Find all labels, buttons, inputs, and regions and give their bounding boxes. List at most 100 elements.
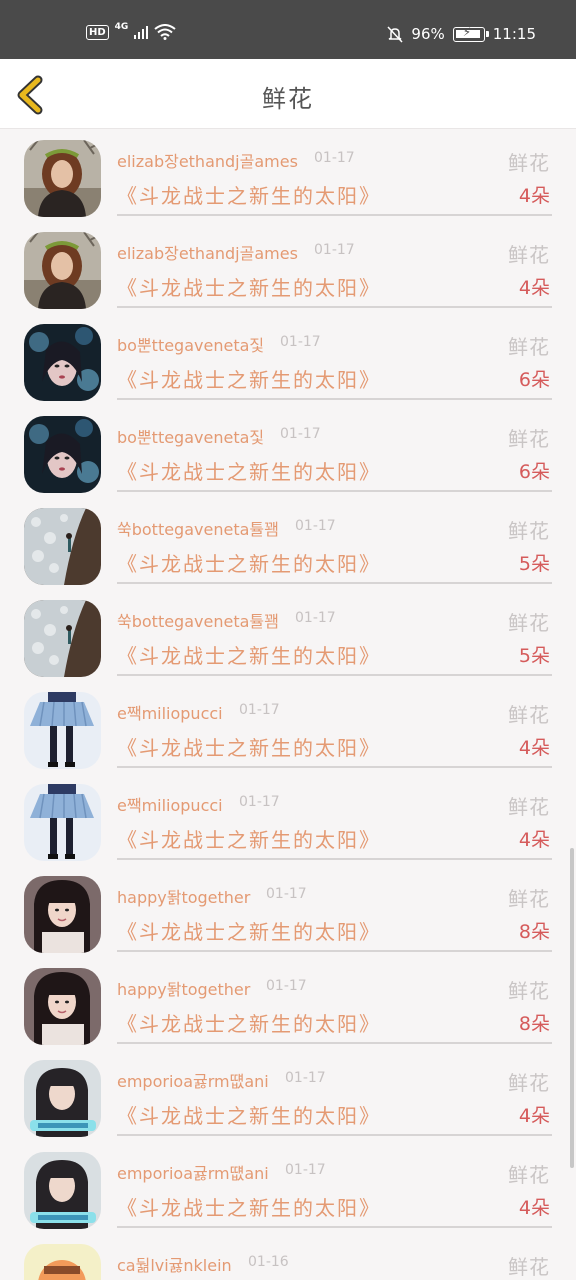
book-title[interactable]: 《斗龙战士之新生的太阳》 xyxy=(117,180,381,209)
date: 01-17 xyxy=(266,978,307,994)
list-item-content: emporioa귫rm떖ani 01-17 鲜花 《斗龙战士之新生的太阳》 4朵 xyxy=(117,1050,552,1136)
avatar[interactable] xyxy=(24,140,101,217)
list-item-content: 쑥bottegaveneta튤꽴 01-17 鲜花 《斗龙战士之新生的太阳》 5朵 xyxy=(117,498,552,584)
gift-type-label: 鲜花 xyxy=(508,519,550,543)
flower-count: 4朵 xyxy=(518,1197,550,1219)
date: 01-17 xyxy=(280,334,321,350)
list-item[interactable]: e짹miliopucci 01-17 鲜花 《斗龙战士之新生的太阳》 4朵 xyxy=(0,774,576,866)
gift-type-label: 鲜花 xyxy=(508,335,550,359)
avatar[interactable] xyxy=(24,692,101,769)
date: 01-17 xyxy=(239,702,280,718)
book-title[interactable]: 《斗龙战士之新生的太阳》 xyxy=(117,640,381,669)
flower-count: 8朵 xyxy=(518,1013,550,1035)
book-title[interactable]: 《斗龙战士之新生的太阳》 xyxy=(117,732,381,761)
flower-count: 6朵 xyxy=(518,461,550,483)
avatar[interactable] xyxy=(24,416,101,493)
gift-type-label: 鲜花 xyxy=(508,1071,550,1095)
date: 01-16 xyxy=(248,1254,289,1270)
avatar[interactable] xyxy=(24,1244,101,1280)
avatar[interactable] xyxy=(24,600,101,677)
avatar[interactable] xyxy=(24,232,101,309)
date: 01-17 xyxy=(266,886,307,902)
list-item-content: e짹miliopucci 01-17 鲜花 《斗龙战士之新生的太阳》 4朵 xyxy=(117,682,552,768)
book-title[interactable]: 《斗龙战士之新生的太阳》 xyxy=(117,1008,381,1037)
username[interactable]: 쑥bottegaveneta튤꽴 xyxy=(117,516,279,540)
book-title[interactable]: 《斗龙战士之新生的太阳》 xyxy=(117,824,381,853)
list-item[interactable]: happy돩together 01-17 鲜花《斗龙战士之新生的太阳》 8朵 xyxy=(0,866,576,958)
gift-type-label: 鲜花 xyxy=(508,887,550,911)
list-item[interactable]: elizab장ethandj골ames 01-17 鲜花《斗龙战士之新生的太阳》 4朵 xyxy=(0,130,576,222)
network-type: 4G xyxy=(114,22,129,32)
book-title[interactable]: 《斗龙战士之新生的太阳》 xyxy=(117,916,381,945)
gift-type-label: 鲜花 xyxy=(508,795,550,819)
status-bar: HD 4G 96% ⚡ 11:15 xyxy=(0,0,576,59)
book-title[interactable]: 《斗龙战士之新生的太阳》 xyxy=(117,548,381,577)
username[interactable]: emporioa귫rm떖ani xyxy=(117,1068,269,1092)
avatar[interactable] xyxy=(24,968,101,1045)
list-item-content: ca둶lvi귫nklein 01-16 鲜花 xyxy=(117,1234,552,1280)
avatar[interactable] xyxy=(24,508,101,585)
username[interactable]: e짹miliopucci xyxy=(117,700,223,724)
list-item[interactable]: elizab장ethandj골ames 01-17 鲜花 《斗龙战士之新生的太阳》 4朵 xyxy=(0,222,576,314)
list-item[interactable]: 쑥bottegaveneta튤꽴 01-17 鲜花《斗龙战士之新生的太阳》 5朵 xyxy=(0,590,576,682)
gift-type-label: 鲜花 xyxy=(508,611,550,635)
list-item[interactable]: 쑥bottegaveneta튤꽴 01-17 鲜花 《斗龙战士之新生的太阳》 5朵 xyxy=(0,498,576,590)
list-item-content: bo뿐ttegaveneta짗 01-17 鲜花《斗龙战士之新生的太阳》 6朵 xyxy=(117,406,552,492)
avatar[interactable] xyxy=(24,876,101,953)
gift-type-label: 鲜花 xyxy=(508,151,550,175)
list-item[interactable]: emporioa귫rm떖ani 01-17 鲜花 《斗龙战士之新生的太阳》 4朵 xyxy=(0,1142,576,1234)
username[interactable]: bo뿐ttegaveneta짗 xyxy=(117,332,264,356)
flower-count: 8朵 xyxy=(518,921,550,943)
scrollbar[interactable] xyxy=(570,848,574,1168)
username[interactable]: happy돩together xyxy=(117,976,250,1000)
avatar[interactable] xyxy=(24,784,101,861)
signal-icon xyxy=(134,26,149,39)
book-title[interactable]: 《斗龙战士之新生的太阳》 xyxy=(117,272,381,301)
book-title[interactable]: 《斗龙战士之新生的太阳》 xyxy=(117,1192,381,1221)
date: 01-17 xyxy=(295,518,336,534)
username[interactable]: emporioa귫rm떖ani xyxy=(117,1160,269,1184)
username[interactable]: 쑥bottegaveneta튤꽴 xyxy=(117,608,279,632)
list-item[interactable]: e짹miliopucci 01-17 鲜花 《斗龙战士之新生的太阳》 4朵 xyxy=(0,682,576,774)
username[interactable]: bo뿐ttegaveneta짗 xyxy=(117,424,264,448)
list-item-content: e짹miliopucci 01-17 鲜花 《斗龙战士之新生的太阳》 4朵 xyxy=(117,774,552,860)
username[interactable]: elizab장ethandj골ames xyxy=(117,240,298,264)
date: 01-17 xyxy=(295,610,336,626)
list-item-content: bo뿐ttegaveneta짗 01-17 鲜花《斗龙战士之新生的太阳》 6朵 xyxy=(117,314,552,400)
list-item[interactable]: happy돩together 01-17 鲜花《斗龙战士之新生的太阳》 8朵 xyxy=(0,958,576,1050)
battery-icon: ⚡ xyxy=(452,25,489,42)
status-right: 96% ⚡ 11:15 xyxy=(387,25,536,43)
list-item[interactable]: emporioa귫rm떖ani 01-17 鲜花 《斗龙战士之新生的太阳》 4朵 xyxy=(0,1050,576,1142)
list-item-content: emporioa귫rm떖ani 01-17 鲜花 《斗龙战士之新生的太阳》 4朵 xyxy=(117,1142,552,1228)
book-title[interactable]: 《斗龙战士之新生的太阳》 xyxy=(117,1100,381,1129)
gift-type-label: 鲜花 xyxy=(508,427,550,451)
list-item-content: happy돩together 01-17 鲜花《斗龙战士之新生的太阳》 8朵 xyxy=(117,958,552,1044)
list-item[interactable]: ca둶lvi귫nklein 01-16 鲜花 xyxy=(0,1234,576,1280)
flower-count: 5朵 xyxy=(518,645,550,667)
flower-count: 4朵 xyxy=(518,185,550,207)
gift-type-label: 鲜花 xyxy=(508,1255,550,1279)
avatar[interactable] xyxy=(24,1060,101,1137)
date: 01-17 xyxy=(280,426,321,442)
username[interactable]: elizab장ethandj골ames xyxy=(117,148,298,172)
flower-count: 6朵 xyxy=(518,369,550,391)
status-left: HD 4G xyxy=(86,22,176,40)
list-item[interactable]: bo뿐ttegaveneta짗 01-17 鲜花《斗龙战士之新生的太阳》 6朵 xyxy=(0,406,576,498)
avatar[interactable] xyxy=(24,324,101,401)
list-item-content: elizab장ethandj골ames 01-17 鲜花《斗龙战士之新生的太阳》 4朵 xyxy=(117,130,552,216)
hd-badge: HD xyxy=(86,24,109,40)
username[interactable]: ca둶lvi귫nklein xyxy=(117,1252,232,1276)
page-title: 鲜花 xyxy=(262,85,314,113)
date: 01-17 xyxy=(314,150,355,166)
username[interactable]: e짹miliopucci xyxy=(117,792,223,816)
username[interactable]: happy돩together xyxy=(117,884,250,908)
book-title[interactable]: 《斗龙战士之新生的太阳》 xyxy=(117,364,381,393)
avatar[interactable] xyxy=(24,1152,101,1229)
app-header: 鲜花 xyxy=(0,59,576,129)
list-item-content: elizab장ethandj골ames 01-17 鲜花 《斗龙战士之新生的太阳》 4朵 xyxy=(117,222,552,308)
clock-time: 11:15 xyxy=(492,25,536,43)
list-item[interactable]: bo뿐ttegaveneta짗 01-17 鲜花《斗龙战士之新生的太阳》 6朵 xyxy=(0,314,576,406)
book-title[interactable]: 《斗龙战士之新生的太阳》 xyxy=(117,456,381,485)
gift-type-label: 鲜花 xyxy=(508,979,550,1003)
flower-gift-list: elizab장ethandj골ames 01-17 鲜花 《斗龙战士之新生的太阳》 4朵… xyxy=(0,130,576,1280)
